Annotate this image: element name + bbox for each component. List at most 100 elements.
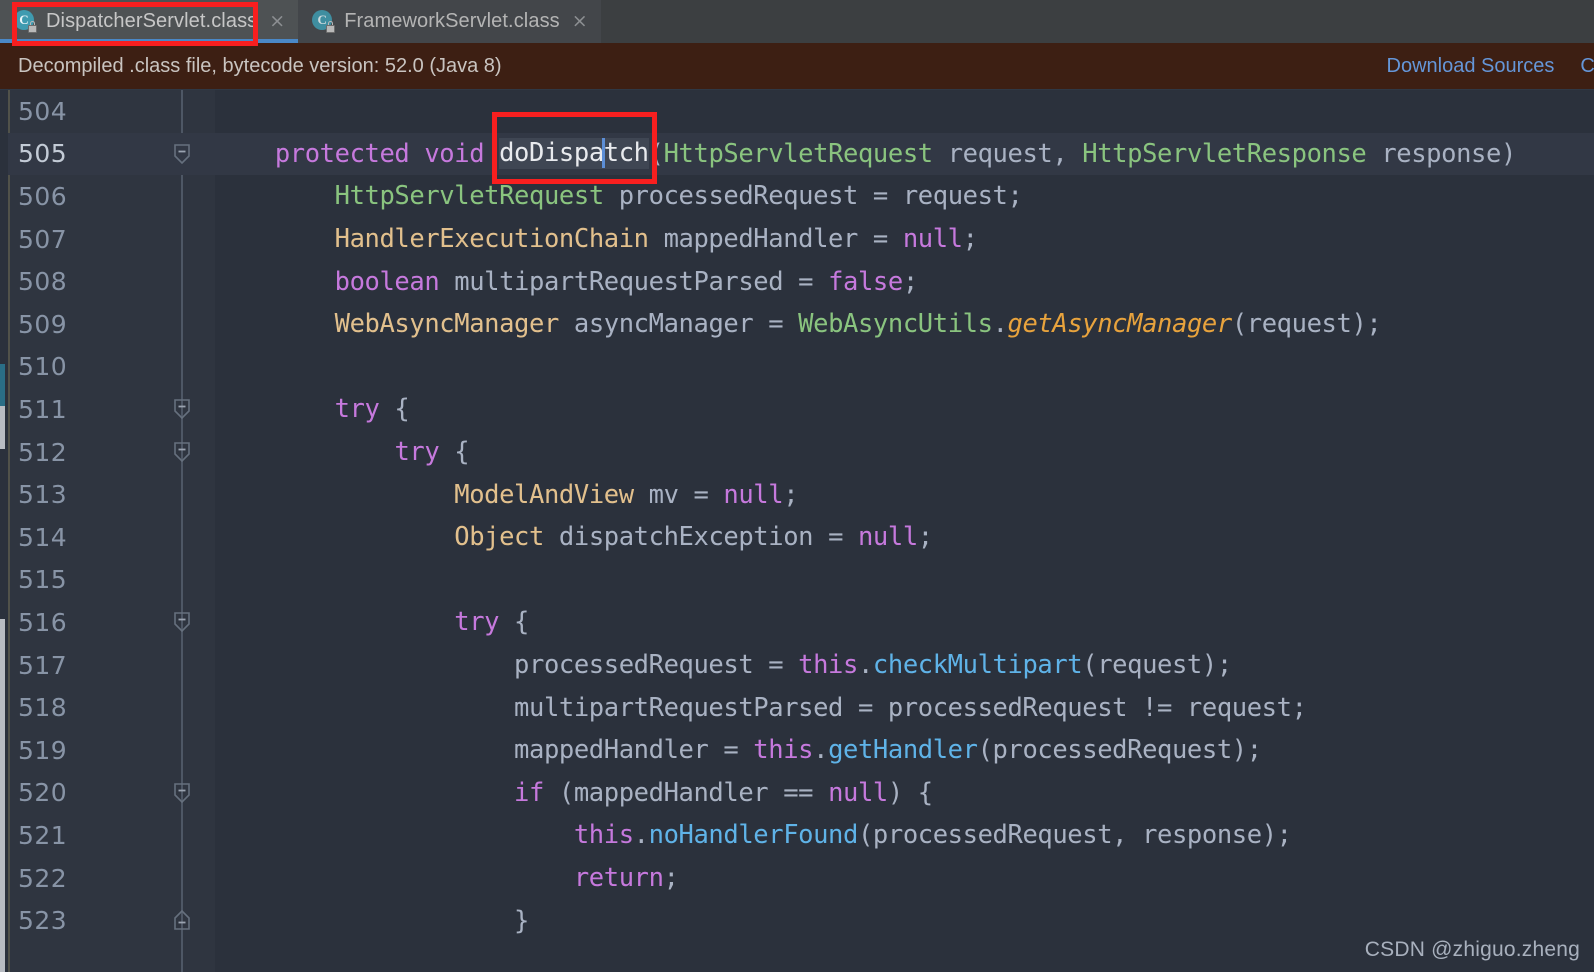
code-token: response [1142,820,1262,851]
notification-link-1[interactable]: Download Sources [1387,55,1555,78]
code-token: void [424,138,485,169]
code-token: ); [1351,309,1382,340]
code-line[interactable]: 508 boolean multipartRequestParsed = fal… [0,260,1594,303]
code-text[interactable] [215,559,1594,602]
code-token: null [902,224,963,255]
line-number-cell[interactable]: 506 [8,175,215,218]
line-number-cell[interactable]: 515 [8,559,215,602]
highlighted-identifier[interactable]: doDispatch [499,138,649,170]
code-text[interactable] [215,346,1594,389]
code-line[interactable]: 522 return; [0,857,1594,900]
code-token: WebAsyncUtils [798,309,993,340]
line-number-cell[interactable]: 508 [8,260,215,303]
code-line[interactable]: 507 HandlerExecutionChain mappedHandler … [0,218,1594,261]
code-line[interactable]: 516 try { [0,601,1594,644]
code-text[interactable]: protected void doDispatch(HttpServletReq… [215,132,1594,176]
code-text[interactable]: try { [215,388,1594,431]
code-line[interactable]: 512 try { [0,431,1594,474]
code-editor[interactable]: 504 505 protected void doDispatch(HttpSer… [0,90,1594,972]
line-number-cell[interactable]: 507 [8,218,215,261]
code-text[interactable]: try { [215,601,1594,644]
code-line[interactable]: 506 HttpServletRequest processedRequest … [0,175,1594,218]
line-number: 513 [18,480,68,510]
code-text[interactable]: boolean multipartRequestParsed = false; [215,260,1594,303]
code-line[interactable]: 515 [0,559,1594,602]
code-line[interactable]: 523 } [0,899,1594,942]
code-line[interactable]: 509 WebAsyncManager asyncManager = WebAs… [0,303,1594,346]
code-token: . [633,820,649,851]
notification-link-2[interactable]: Ch [1580,55,1594,78]
code-line[interactable]: 517 processedRequest = this. checkMultipa… [0,644,1594,687]
code-token: , [1112,820,1143,851]
fold-collapse-icon[interactable] [170,397,194,421]
editor-tab-bar: C DispatcherServlet.class × C FrameworkServl… [0,0,1594,43]
line-number-cell[interactable]: 513 [8,473,215,516]
code-text[interactable]: Object dispatchException = null; [215,516,1594,559]
code-token: = [708,735,754,766]
code-line[interactable]: 513 ModelAndView mv = null; [0,473,1594,516]
line-number-cell[interactable]: 519 [8,729,215,772]
close-icon[interactable]: × [572,12,588,31]
code-token: ; [663,863,679,894]
code-text[interactable]: HttpServletRequest processedRequest = re… [215,175,1594,218]
fold-collapse-icon[interactable] [170,781,194,805]
code-text[interactable]: ModelAndView mv = null; [215,473,1594,516]
code-token: try [454,607,500,638]
fold-collapse-icon[interactable] [170,440,194,464]
code-text[interactable]: processedRequest = this. checkMultipart(r… [215,644,1594,687]
text-caret [602,138,606,169]
code-line[interactable]: 521 this. noHandlerFound(processedRequest… [0,814,1594,857]
editor-tab-2[interactable]: C FrameworkServlet.class × [298,0,601,43]
line-number: 518 [18,693,68,723]
code-token: HttpServletRequest [334,181,605,212]
code-line[interactable]: 519 mappedHandler = this. getHandler(proc… [0,729,1594,772]
code-text[interactable]: HandlerExecutionChain mappedHandler = nu… [215,218,1594,261]
code-token: ); [1261,820,1292,851]
code-line[interactable]: 520 if (mappedHandler == null) { [0,772,1594,815]
code-token: ( [857,820,873,851]
code-line[interactable]: 518 multipartRequestParsed = processedRe… [0,686,1594,729]
line-number-cell[interactable]: 521 [8,814,215,857]
fold-collapse-icon[interactable] [170,142,194,166]
code-token: ; [902,266,918,297]
identifier-part-right: tch [603,138,649,169]
code-text[interactable]: multipartRequestParsed = processedReques… [215,686,1594,729]
code-line[interactable]: 505 protected void doDispatch(HttpServle… [0,132,1594,176]
line-number-cell[interactable]: 514 [8,516,215,559]
line-number-cell[interactable]: 517 [8,644,215,687]
code-text[interactable]: try { [215,431,1594,474]
line-number-cell[interactable]: 509 [8,303,215,346]
line-number-cell[interactable]: 522 [8,857,215,900]
code-text[interactable]: return; [215,857,1594,900]
code-token: WebAsyncManager [334,309,560,340]
code-line[interactable]: 514 Object dispatchException = null; [0,516,1594,559]
java-class-readonly-icon: C [14,10,37,33]
code-token: { [499,607,530,638]
code-text[interactable]: if (mappedHandler == null) { [215,772,1594,815]
code-text[interactable]: mappedHandler = this. getHandler(processe… [215,729,1594,772]
code-line[interactable]: 511 try { [0,388,1594,431]
line-number-cell[interactable]: 518 [8,686,215,729]
line-number-cell[interactable]: 504 [8,90,215,133]
line-number-cell[interactable]: 510 [8,346,215,389]
code-text[interactable] [215,90,1594,133]
line-number: 514 [18,522,68,552]
code-line[interactable]: 510 [0,346,1594,389]
fold-expand-icon[interactable] [170,908,194,932]
close-icon[interactable]: × [269,12,285,31]
line-number: 520 [18,778,68,808]
code-text[interactable]: } [215,899,1594,942]
editor-tab-1[interactable]: C DispatcherServlet.class × [0,0,299,43]
code-line[interactable]: 504 [0,90,1594,133]
code-token: ; [1291,692,1307,723]
code-text[interactable]: this. noHandlerFound(processedRequest, re… [215,814,1594,857]
fold-collapse-icon[interactable] [170,610,194,634]
code-token: HttpServletResponse [1082,138,1367,169]
code-text[interactable]: WebAsyncManager asyncManager = WebAsyncU… [215,303,1594,346]
